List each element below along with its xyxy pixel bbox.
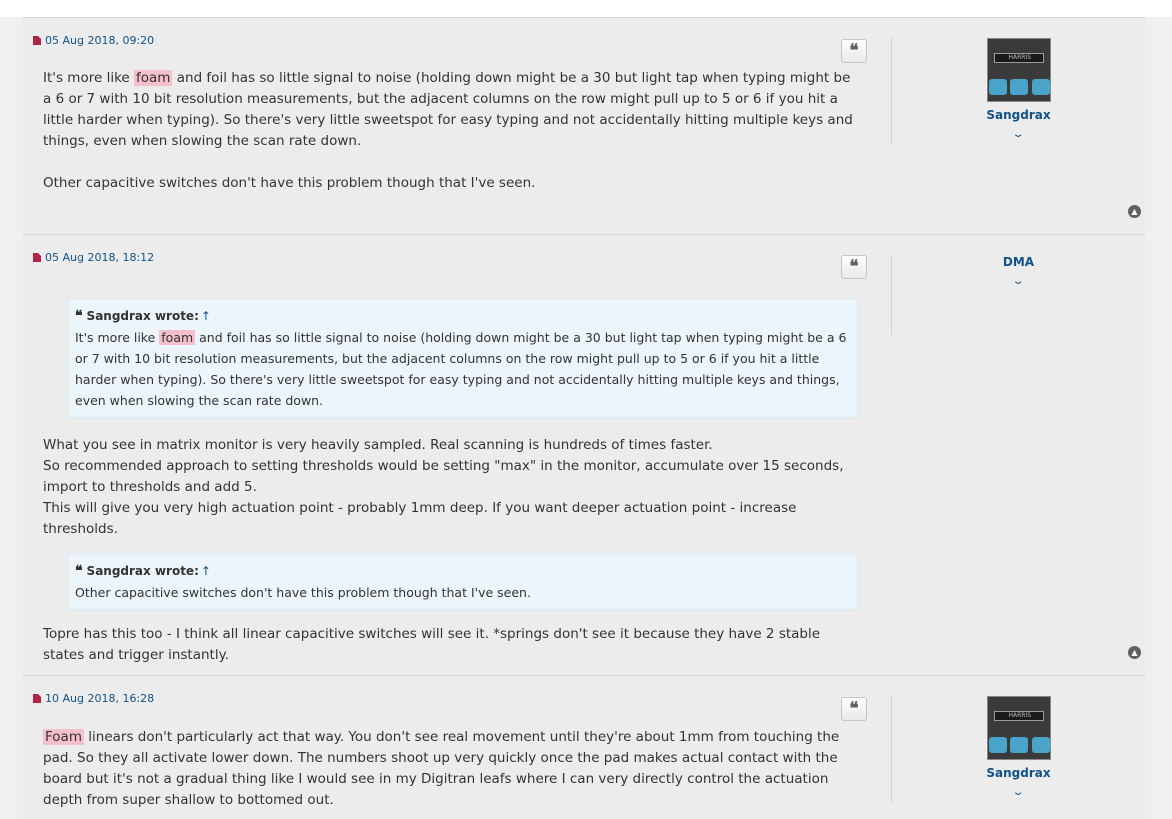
post-profile: Sangdrax ⌄ [891,696,1145,802]
avatar[interactable] [986,696,1051,760]
post-content: Foam linears don't particularly act that… [43,727,858,811]
quote-text: Other capacitive switches don't have thi… [75,585,531,600]
back-to-top-icon[interactable]: ▲ [1128,205,1141,218]
quote-text: It's more like foam and foil has so litt… [75,330,847,408]
quote-icon: ❝ [849,40,859,61]
avatar[interactable] [986,38,1051,102]
post-date-link[interactable]: 05 Aug 2018, 09:20 [33,34,154,47]
post-date[interactable]: 05 Aug 2018, 09:20 [45,34,154,47]
chevron-down-icon[interactable]: ⌄ [1012,129,1025,140]
post-date-link[interactable]: 10 Aug 2018, 16:28 [33,692,154,705]
post-profile: DMA ⌄ [891,255,1145,335]
search-highlight: Foam [43,729,84,745]
post-paragraph: Topre has this too - I think all linear … [43,626,821,663]
post-paragraph: What you see in matrix monitor is very h… [43,437,844,537]
quote-icon: ❝ [849,256,859,277]
quote-button[interactable]: ❝ [841,255,867,279]
quote-button[interactable]: ❝ [841,697,867,721]
post-paragraph: Foam linears don't particularly act that… [43,729,840,808]
post-paragraph: Other capacitive switches don't have thi… [43,175,536,191]
search-highlight: foam [134,70,173,86]
username[interactable]: Sangdrax [892,766,1145,780]
username[interactable]: DMA [892,255,1145,269]
quote-citation: ❝ Sangdrax wrote: ↑ [75,563,211,579]
post-1: 05 Aug 2018, 09:20 ❝ It's more like foam… [23,17,1145,234]
topic-page: 05 Aug 2018, 09:20 ❝ It's more like foam… [0,0,1172,819]
username[interactable]: Sangdrax [892,108,1145,122]
page-top-strip [0,0,1172,17]
post-content: ❝ Sangdrax wrote: ↑ It's more like foam an… [43,299,858,666]
chevron-down-icon[interactable]: ⌄ [1012,276,1025,287]
post-date-link[interactable]: 05 Aug 2018, 18:12 [33,251,154,264]
post-paragraph: It's more like foam and foil has so litt… [43,70,853,149]
post-2: 05 Aug 2018, 18:12 ❝ ❝ Sangdrax wrote: ↑ I… [23,234,1145,675]
blockquote: ❝ Sangdrax wrote: ↑ Other capacitive switc… [68,554,858,610]
post-icon [33,36,41,45]
post-date[interactable]: 10 Aug 2018, 16:28 [45,692,154,705]
blockquote: ❝ Sangdrax wrote: ↑ It's more like foam an… [68,299,858,418]
post-3: 10 Aug 2018, 16:28 ❝ Foam linears don't … [23,675,1145,819]
back-to-top-icon[interactable]: ▲ [1128,646,1141,659]
post-icon [33,253,41,262]
quote-icon: ❝ [75,308,83,324]
chevron-down-icon[interactable]: ⌄ [1012,787,1025,798]
jump-to-post-link[interactable]: ↑ [201,564,211,578]
quote-button[interactable]: ❝ [841,39,867,63]
quote-citation: ❝ Sangdrax wrote: ↑ [75,308,211,324]
quote-icon: ❝ [849,698,859,719]
post-profile: Sangdrax ⌄ [891,38,1145,144]
jump-to-post-link[interactable]: ↑ [201,309,211,323]
post-content: It's more like foam and foil has so litt… [43,68,858,194]
post-date[interactable]: 05 Aug 2018, 18:12 [45,251,154,264]
search-highlight: foam [159,330,196,345]
post-icon [33,694,41,703]
quote-icon: ❝ [75,563,83,579]
